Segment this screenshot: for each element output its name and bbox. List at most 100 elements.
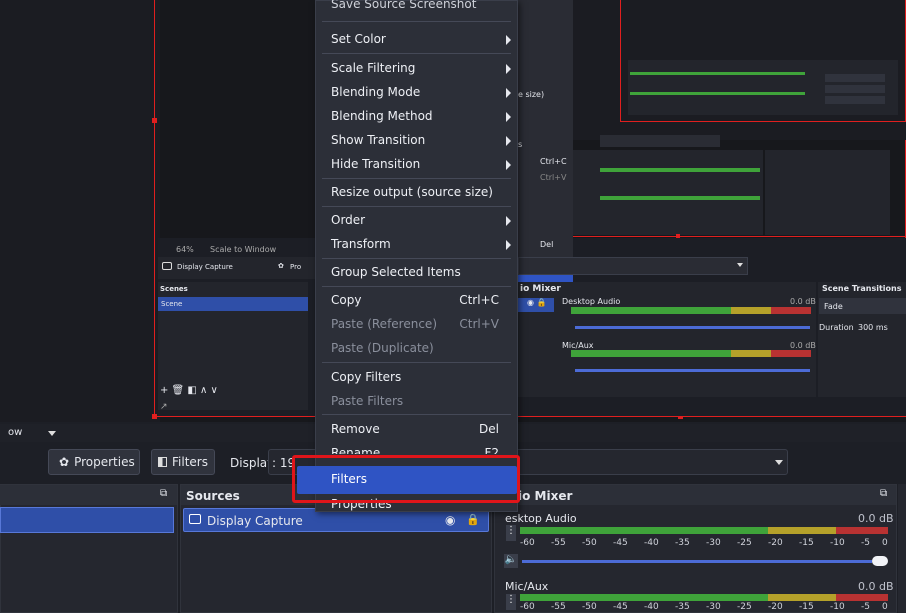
mic-meter-red <box>836 594 888 601</box>
menu-item-paste-filters[interactable]: Paste Filters <box>316 390 517 414</box>
menu-item-transform[interactable]: Transform <box>316 233 517 257</box>
nested-transitions-title: Scene Transitions <box>822 284 902 293</box>
nested-slider <box>575 326 810 329</box>
tick-label: -25 <box>737 602 752 612</box>
tick-label: -50 <box>582 602 597 612</box>
tick-label: -40 <box>644 602 659 612</box>
menu-item-show-transition[interactable]: Show Transition <box>316 129 517 153</box>
selection-handle[interactable] <box>152 414 157 419</box>
nested-zoom: 64% <box>176 245 194 254</box>
properties-button-label: Properties <box>74 455 135 469</box>
submenu-arrow-icon <box>506 216 511 226</box>
menu-item-blending-mode[interactable]: Blending Mode <box>316 81 517 105</box>
menu-item-set-color[interactable]: Set Color <box>316 28 517 52</box>
scenes-dock-header <box>0 485 177 505</box>
nested-scenes-header: Scenes <box>160 285 188 293</box>
annotation-highlight-box <box>292 455 520 503</box>
nested-meter <box>731 307 771 314</box>
source-context-menu: Save Source Screenshot Set Color Scale F… <box>315 0 518 512</box>
tick-label: -60 <box>520 538 535 548</box>
menu-separator <box>322 286 511 287</box>
menu-separator <box>322 258 511 259</box>
eye-icon[interactable]: ◉ <box>445 513 455 527</box>
tick-label: -30 <box>706 602 721 612</box>
filters-button[interactable]: Filters <box>151 449 215 475</box>
filters-button-label: Filters <box>172 455 208 469</box>
chevron-down-icon[interactable] <box>48 431 56 436</box>
nested-slider <box>575 369 810 372</box>
chevron-down-icon[interactable] <box>775 460 783 465</box>
menu-separator <box>322 206 511 207</box>
menu-item-hide-transition[interactable]: Hide Transition <box>316 153 517 177</box>
nested-duration-val: 300 ms <box>858 323 888 332</box>
properties-button[interactable]: ✿ Properties <box>48 449 140 475</box>
selection-handle[interactable] <box>152 118 157 123</box>
menu-item-copy[interactable]: Copy Ctrl+C <box>316 289 517 313</box>
speaker-icon[interactable]: 🔈 <box>504 554 518 568</box>
source-item-label: Display Capture <box>207 514 303 528</box>
menu-separator <box>322 362 511 363</box>
sources-title: Sources <box>186 489 240 503</box>
mid-meter <box>600 168 760 172</box>
nested-props: Pro <box>290 263 302 271</box>
tick-label: -40 <box>644 538 659 548</box>
gear-icon: ✿ <box>59 455 70 469</box>
tick-label: -15 <box>799 538 814 548</box>
menu-item-rename[interactable]: Rename F2 <box>316 442 517 454</box>
desktop-volume-handle[interactable] <box>872 556 888 566</box>
tick-label: -10 <box>830 538 845 548</box>
menu-item-group-selected[interactable]: Group Selected Items <box>316 261 517 285</box>
desktop-meter-red <box>836 527 888 534</box>
tick-label: -15 <box>799 602 814 612</box>
menu-item-save-screenshot[interactable]: Save Source Screenshot <box>316 0 517 17</box>
dock-float-icon[interactable]: ⧉ <box>160 488 167 499</box>
nested-menu-size: e size) <box>518 90 545 99</box>
tick-label: -35 <box>675 538 690 548</box>
menu-item-resize-output[interactable]: Resize output (source size) <box>316 181 517 205</box>
nested-meter <box>771 350 811 357</box>
menu-separator <box>322 178 511 179</box>
mic-aux-db: 0.0 dB <box>858 580 894 593</box>
tick-label: -55 <box>551 538 566 548</box>
tick-label: -25 <box>737 538 752 548</box>
mic-meter-ticks: -60 -55 -50 -45 -40 -35 -30 -25 -20 -15 … <box>520 602 890 613</box>
menu-item-remove[interactable]: Remove Del <box>316 418 517 442</box>
mixer-title: io Mixer <box>518 489 573 503</box>
menu-item-paste-duplicate[interactable]: Paste (Duplicate) <box>316 337 517 361</box>
nested-meter <box>571 307 731 314</box>
desktop-volume-slider[interactable] <box>522 560 872 563</box>
chevron-down-icon <box>737 263 743 267</box>
deep-nested-mixer <box>628 60 808 115</box>
nested-scale-mode: Scale to Window <box>210 245 277 254</box>
mid-nested-transitions <box>765 150 890 235</box>
tick-label: -5 <box>861 538 870 548</box>
nested-meter <box>571 350 731 357</box>
scale-label[interactable]: ow <box>8 427 22 438</box>
lock-icon[interactable]: 🔒 <box>466 513 480 526</box>
desktop-meter-green <box>520 527 768 534</box>
preview-left-area <box>0 0 160 422</box>
nested-desktop-db: 0.0 dB <box>790 297 816 306</box>
menu-item-copy-filters[interactable]: Copy Filters <box>316 366 517 390</box>
submenu-arrow-icon <box>506 112 511 122</box>
menu-item-scale-filtering[interactable]: Scale Filtering <box>316 57 517 81</box>
tick-label: -45 <box>613 538 628 548</box>
kebab-menu-icon[interactable]: ⋮ <box>506 525 516 541</box>
submenu-arrow-icon <box>506 88 511 98</box>
menu-separator <box>322 53 511 54</box>
tick-label: -20 <box>768 538 783 548</box>
nested-del-sc: Del <box>540 240 554 249</box>
mid-meter <box>600 196 760 200</box>
kebab-menu-icon[interactable]: ⋮ <box>506 594 516 610</box>
nested-menu-s: s <box>518 140 523 149</box>
tick-label: -50 <box>582 538 597 548</box>
nested-dropdown <box>518 257 748 275</box>
deep-meter <box>630 72 805 75</box>
scene-row-selected[interactable] <box>0 507 174 533</box>
menu-item-order[interactable]: Order <box>316 209 517 233</box>
nested-mic-db: 0.0 dB <box>790 341 816 350</box>
menu-item-paste-reference[interactable]: Paste (Reference) Ctrl+V <box>316 313 517 337</box>
mid-nested-dropdown <box>600 135 720 147</box>
menu-item-blending-method[interactable]: Blending Method <box>316 105 517 129</box>
dock-float-icon[interactable]: ⧉ <box>880 488 887 499</box>
